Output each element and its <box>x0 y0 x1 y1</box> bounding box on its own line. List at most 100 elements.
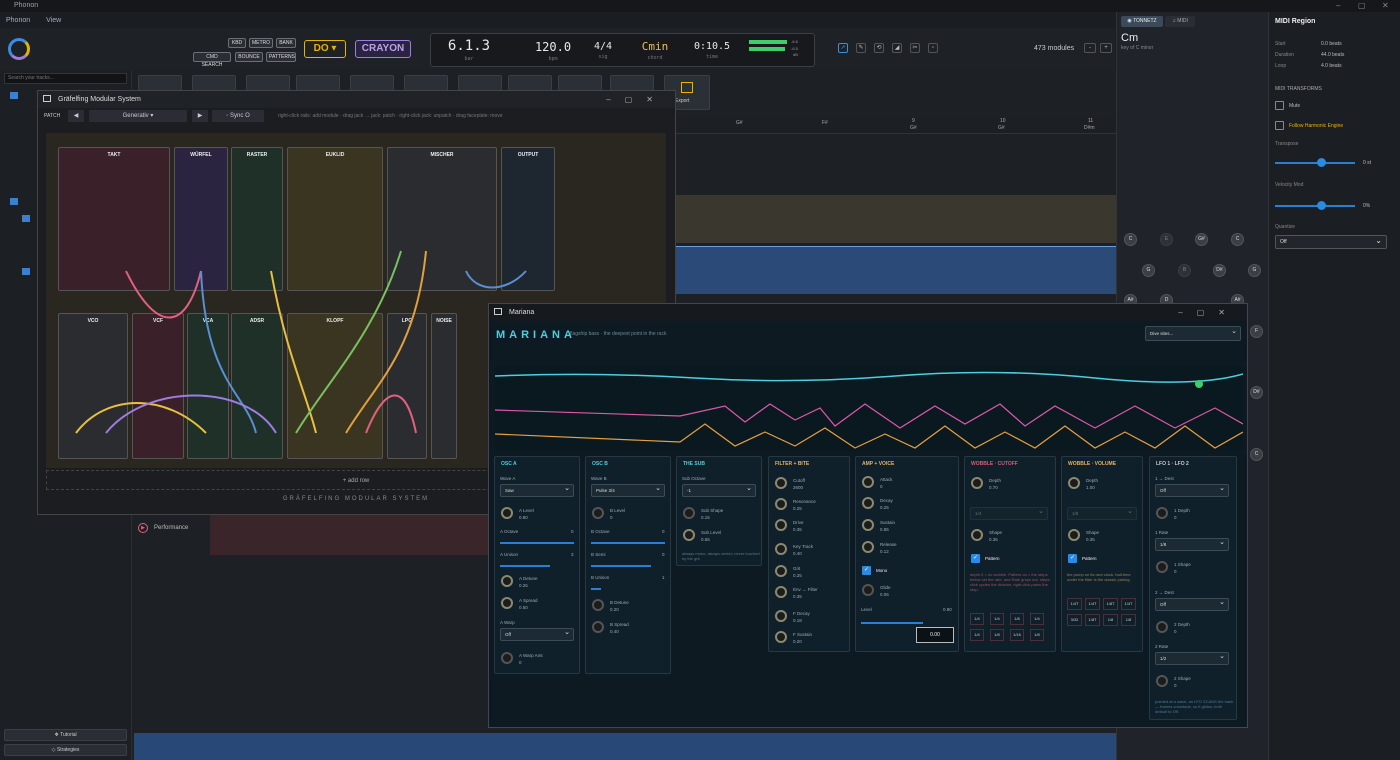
wobble-cutoff-pattern-checkbox[interactable]: ✓ <box>971 554 980 563</box>
b-semi-slider[interactable] <box>591 565 651 567</box>
zoom-in-button[interactable]: + <box>1100 43 1112 53</box>
pencil-tool-icon[interactable]: ✎ <box>856 43 866 53</box>
next-patch-button[interactable]: ▶ <box>192 110 208 122</box>
a-level-knob[interactable] <box>501 507 513 519</box>
tonnetz-node[interactable]: B <box>1178 264 1191 277</box>
kbd-button[interactable]: KBD <box>228 38 246 48</box>
signature-readout[interactable]: 4/4 sig <box>585 41 621 60</box>
wobble-cutoff-shape-knob[interactable] <box>971 529 983 541</box>
pattern-step[interactable]: 1/4 <box>970 613 984 625</box>
b-level-knob[interactable] <box>592 507 604 519</box>
sync-button[interactable]: ◦ Sync O <box>212 110 264 122</box>
mariana-window-title[interactable]: Mariana <box>489 304 1247 321</box>
do-button[interactable]: DO ▾ <box>304 40 346 58</box>
metro-button[interactable]: METRO <box>249 38 273 48</box>
pattern-step[interactable]: 1/16 <box>1010 629 1024 641</box>
resonance-knob[interactable] <box>775 498 787 510</box>
velocity-slider-handle[interactable] <box>1317 201 1326 210</box>
modular-window-title[interactable]: Gräfelfing Modular System <box>38 91 675 108</box>
bounce-button[interactable]: BOUNCE <box>235 52 263 62</box>
level-slider[interactable] <box>861 622 923 624</box>
b-unison-slider[interactable] <box>591 588 601 590</box>
sub-shape-knob[interactable] <box>683 507 695 519</box>
tonnetz-node[interactable]: E <box>1160 233 1173 246</box>
transpose-slider-handle[interactable] <box>1317 158 1326 167</box>
pattern-step[interactable]: 1/4T <box>1121 598 1136 610</box>
a-warp-amt-knob[interactable] <box>501 652 513 664</box>
fade-tool-icon[interactable]: ◢ <box>892 43 902 53</box>
menu-view[interactable]: View <box>46 17 61 24</box>
wave-b-select[interactable]: Pulse 3/4 <box>591 483 665 497</box>
glue-tool-icon[interactable]: ▫ <box>928 43 938 53</box>
key-readout[interactable]: Cmin chord <box>631 40 679 61</box>
pattern-step[interactable]: 1/4 <box>990 613 1004 625</box>
a-spread-knob[interactable] <box>501 597 513 609</box>
pattern-step[interactable]: 1/8T <box>1085 614 1100 626</box>
pattern-step[interactable]: 1/8 <box>1121 614 1136 626</box>
tonnetz-node[interactable]: G <box>1142 264 1155 277</box>
a-warp-select[interactable]: Off <box>500 627 574 641</box>
sub-level-knob[interactable] <box>683 529 695 541</box>
lfo1-depth-knob[interactable] <box>1156 507 1168 519</box>
b-spread-knob[interactable] <box>592 621 604 633</box>
f-decay-knob[interactable] <box>775 610 787 622</box>
pattern-step[interactable]: 1/4T <box>1067 598 1082 610</box>
lfo2-rate-select[interactable]: 1/2 <box>1155 651 1229 665</box>
a-detune-knob[interactable] <box>501 575 513 587</box>
sustain-knob[interactable] <box>862 519 874 531</box>
pointer-tool-icon[interactable]: ➚ <box>838 43 848 53</box>
menu-phonon[interactable]: Phonon <box>6 17 30 24</box>
attack-knob[interactable] <box>862 476 874 488</box>
crayon-button[interactable]: CRAYON <box>355 40 411 58</box>
pattern-step[interactable]: 1/4 <box>970 629 984 641</box>
quantize-select[interactable]: Off <box>1275 235 1387 249</box>
wobble-cutoff-rate-select[interactable]: 1/4 <box>970 506 1048 520</box>
wobble-volume-pattern-checkbox[interactable]: ✓ <box>1068 554 1077 563</box>
maximize-icon[interactable]: ▢ <box>1358 0 1366 12</box>
wobble-cutoff-depth-knob[interactable] <box>971 477 983 489</box>
dive-sites-select[interactable]: Dive sites... <box>1145 325 1241 341</box>
a-octave-slider[interactable] <box>500 542 574 544</box>
zoom-out-button[interactable]: - <box>1084 43 1096 53</box>
wave-a-select[interactable]: Saw <box>500 483 574 497</box>
cutoff-knob[interactable] <box>775 477 787 489</box>
follow-harmonic-checkbox[interactable] <box>1275 121 1284 130</box>
wobble-volume-shape-knob[interactable] <box>1068 529 1080 541</box>
strategies-button[interactable]: ◇ Strategies <box>4 744 127 756</box>
lfo1-rate-select[interactable]: 1/8 <box>1155 537 1229 551</box>
pattern-step[interactable]: 1/8T <box>1103 598 1118 610</box>
tab-tonnetz[interactable]: ◉ TONNETZ <box>1121 16 1163 27</box>
pattern-step[interactable]: 1/8 <box>1030 629 1044 641</box>
pattern-step[interactable]: 1/8 <box>990 629 1004 641</box>
audio-clip-region[interactable] <box>676 195 1116 243</box>
b-octave-slider[interactable] <box>591 542 665 544</box>
a-unison-slider[interactable] <box>500 565 550 567</box>
transpose-slider[interactable] <box>1275 162 1355 164</box>
tab-midi[interactable]: ♫ MIDI <box>1165 16 1195 27</box>
cmd-search-button[interactable]: CMD SEARCH <box>193 52 231 68</box>
tempo-readout[interactable]: 120.0 bpm <box>527 40 579 62</box>
tonnetz-node[interactable]: G <box>1248 264 1261 277</box>
lfo2-shape-knob[interactable] <box>1156 675 1168 687</box>
pattern-step[interactable]: 1/4 <box>1030 613 1044 625</box>
lfo2-dest-select[interactable]: Off <box>1155 597 1229 611</box>
pattern-step[interactable]: 1/8 <box>1103 614 1118 626</box>
wobble-volume-depth-knob[interactable] <box>1068 477 1080 489</box>
patterns-button[interactable]: PATTERNS <box>266 52 296 62</box>
patch-preset-select[interactable]: Generativ ▾ <box>89 110 187 122</box>
window-controls[interactable]: –▢✕ <box>606 91 667 108</box>
play-icon[interactable]: ▶ <box>138 523 148 533</box>
env-filter-knob[interactable] <box>775 586 787 598</box>
bottom-track-clip[interactable] <box>134 733 1116 760</box>
window-controls[interactable]: –▢✕ <box>1178 304 1239 321</box>
b-detune-knob[interactable] <box>592 599 604 611</box>
pattern-step[interactable]: 1/4T <box>1085 598 1100 610</box>
pattern-step[interactable]: 3/32 <box>1067 614 1082 626</box>
level-number-input[interactable]: 0.00 <box>916 627 954 643</box>
wobble-volume-rate-select[interactable]: 1/8 <box>1067 506 1137 520</box>
key-track-knob[interactable] <box>775 543 787 555</box>
sub-octave-select[interactable]: -1 <box>682 483 756 497</box>
drive-knob[interactable] <box>775 519 787 531</box>
bank-button[interactable]: BANK <box>276 38 296 48</box>
timeline-ruler[interactable]: G# F# 9 G# 10 G# 11 D#m <box>676 118 1116 134</box>
